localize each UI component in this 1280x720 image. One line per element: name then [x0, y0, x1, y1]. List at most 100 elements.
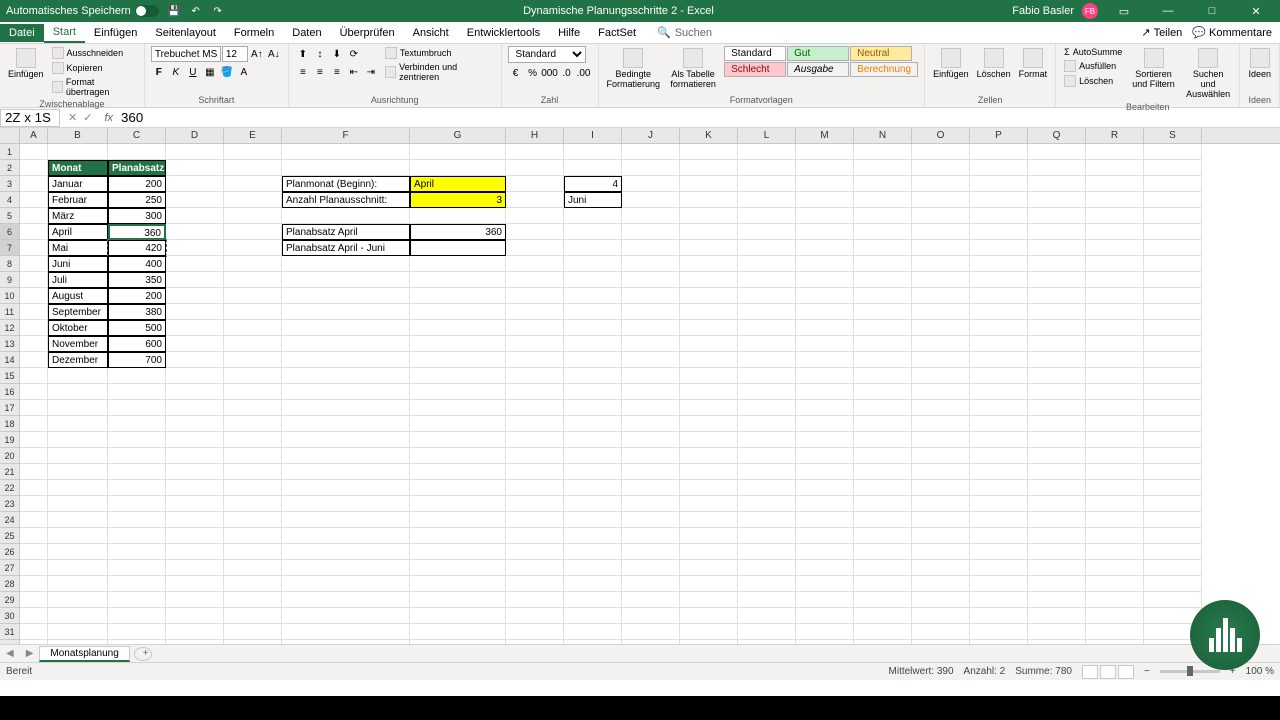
cell-D29[interactable]	[166, 592, 224, 608]
cell-Q30[interactable]	[1028, 608, 1086, 624]
cell-E4[interactable]	[224, 192, 282, 208]
cell-F7[interactable]: Planabsatz April - Juni	[282, 240, 410, 256]
cell-B7[interactable]: Mai	[48, 240, 108, 256]
tab-nav-prev[interactable]: ◀	[0, 648, 20, 659]
cell-K22[interactable]	[680, 480, 738, 496]
font-size-select[interactable]	[222, 46, 248, 62]
cell-Q2[interactable]	[1028, 160, 1086, 176]
cell-I16[interactable]	[564, 384, 622, 400]
cell-E21[interactable]	[224, 464, 282, 480]
cell-O25[interactable]	[912, 528, 970, 544]
row-header-17[interactable]: 17	[0, 400, 20, 416]
cell-M27[interactable]	[796, 560, 854, 576]
cell-H18[interactable]	[506, 416, 564, 432]
row-header-24[interactable]: 24	[0, 512, 20, 528]
style-berechnung[interactable]: Berechnung	[850, 62, 918, 77]
cell-C6[interactable]: 360	[108, 224, 166, 240]
merge-center-button[interactable]: Verbinden und zentrieren	[383, 61, 495, 83]
cell-S28[interactable]	[1144, 576, 1202, 592]
menu-daten[interactable]: Daten	[283, 24, 330, 42]
delete-cells-button[interactable]: Löschen	[975, 46, 1013, 81]
cell-H29[interactable]	[506, 592, 564, 608]
cell-D27[interactable]	[166, 560, 224, 576]
cell-F15[interactable]	[282, 368, 410, 384]
cell-E10[interactable]	[224, 288, 282, 304]
minimize-icon[interactable]: —	[1150, 0, 1186, 22]
cell-M1[interactable]	[796, 144, 854, 160]
cell-R18[interactable]	[1086, 416, 1144, 432]
row-header-13[interactable]: 13	[0, 336, 20, 352]
cell-K31[interactable]	[680, 624, 738, 640]
row-header-6[interactable]: 6	[0, 224, 20, 240]
cell-Q27[interactable]	[1028, 560, 1086, 576]
paste-button[interactable]: Einfügen	[6, 46, 46, 81]
row-header-30[interactable]: 30	[0, 608, 20, 624]
cell-N17[interactable]	[854, 400, 912, 416]
cell-C3[interactable]: 200	[108, 176, 166, 192]
cell-R31[interactable]	[1086, 624, 1144, 640]
cell-B26[interactable]	[48, 544, 108, 560]
cell-H12[interactable]	[506, 320, 564, 336]
cell-I3[interactable]: 4	[564, 176, 622, 192]
cell-Q11[interactable]	[1028, 304, 1086, 320]
cell-Q20[interactable]	[1028, 448, 1086, 464]
cell-J21[interactable]	[622, 464, 680, 480]
cell-L2[interactable]	[738, 160, 796, 176]
cell-B3[interactable]: Januar	[48, 176, 108, 192]
cell-A27[interactable]	[20, 560, 48, 576]
cell-B15[interactable]	[48, 368, 108, 384]
cell-R1[interactable]	[1086, 144, 1144, 160]
cell-K15[interactable]	[680, 368, 738, 384]
row-header-4[interactable]: 4	[0, 192, 20, 208]
col-header-P[interactable]: P	[970, 128, 1028, 143]
cell-K16[interactable]	[680, 384, 738, 400]
cell-L28[interactable]	[738, 576, 796, 592]
cell-O5[interactable]	[912, 208, 970, 224]
cell-M9[interactable]	[796, 272, 854, 288]
cell-S23[interactable]	[1144, 496, 1202, 512]
cell-R25[interactable]	[1086, 528, 1144, 544]
cell-N8[interactable]	[854, 256, 912, 272]
cell-B10[interactable]: August	[48, 288, 108, 304]
cell-H9[interactable]	[506, 272, 564, 288]
cell-H28[interactable]	[506, 576, 564, 592]
cell-B31[interactable]	[48, 624, 108, 640]
sort-filter-button[interactable]: Sortieren und Filtern	[1128, 46, 1179, 91]
cell-L17[interactable]	[738, 400, 796, 416]
cell-O31[interactable]	[912, 624, 970, 640]
cell-E9[interactable]	[224, 272, 282, 288]
row-header-29[interactable]: 29	[0, 592, 20, 608]
cell-K3[interactable]	[680, 176, 738, 192]
align-top-button[interactable]: ⬆	[295, 46, 311, 62]
cell-N9[interactable]	[854, 272, 912, 288]
cell-G20[interactable]	[410, 448, 506, 464]
cell-G2[interactable]	[410, 160, 506, 176]
cell-G28[interactable]	[410, 576, 506, 592]
cell-K27[interactable]	[680, 560, 738, 576]
cell-O18[interactable]	[912, 416, 970, 432]
cell-E7[interactable]	[224, 240, 282, 256]
cell-S11[interactable]	[1144, 304, 1202, 320]
cell-D30[interactable]	[166, 608, 224, 624]
cell-R3[interactable]	[1086, 176, 1144, 192]
cell-H30[interactable]	[506, 608, 564, 624]
cell-S18[interactable]	[1144, 416, 1202, 432]
cell-J9[interactable]	[622, 272, 680, 288]
cell-Q22[interactable]	[1028, 480, 1086, 496]
cell-I26[interactable]	[564, 544, 622, 560]
cell-N12[interactable]	[854, 320, 912, 336]
increase-font-button[interactable]: A↑	[249, 46, 265, 62]
cell-D13[interactable]	[166, 336, 224, 352]
decimal-dec-button[interactable]: .00	[576, 65, 592, 81]
cell-M15[interactable]	[796, 368, 854, 384]
find-select-button[interactable]: Suchen und Auswählen	[1183, 46, 1234, 101]
cell-L4[interactable]	[738, 192, 796, 208]
cell-F12[interactable]	[282, 320, 410, 336]
cell-J14[interactable]	[622, 352, 680, 368]
cell-A16[interactable]	[20, 384, 48, 400]
cell-M2[interactable]	[796, 160, 854, 176]
cell-G9[interactable]	[410, 272, 506, 288]
cell-N32[interactable]	[854, 640, 912, 644]
cell-H7[interactable]	[506, 240, 564, 256]
cell-G26[interactable]	[410, 544, 506, 560]
